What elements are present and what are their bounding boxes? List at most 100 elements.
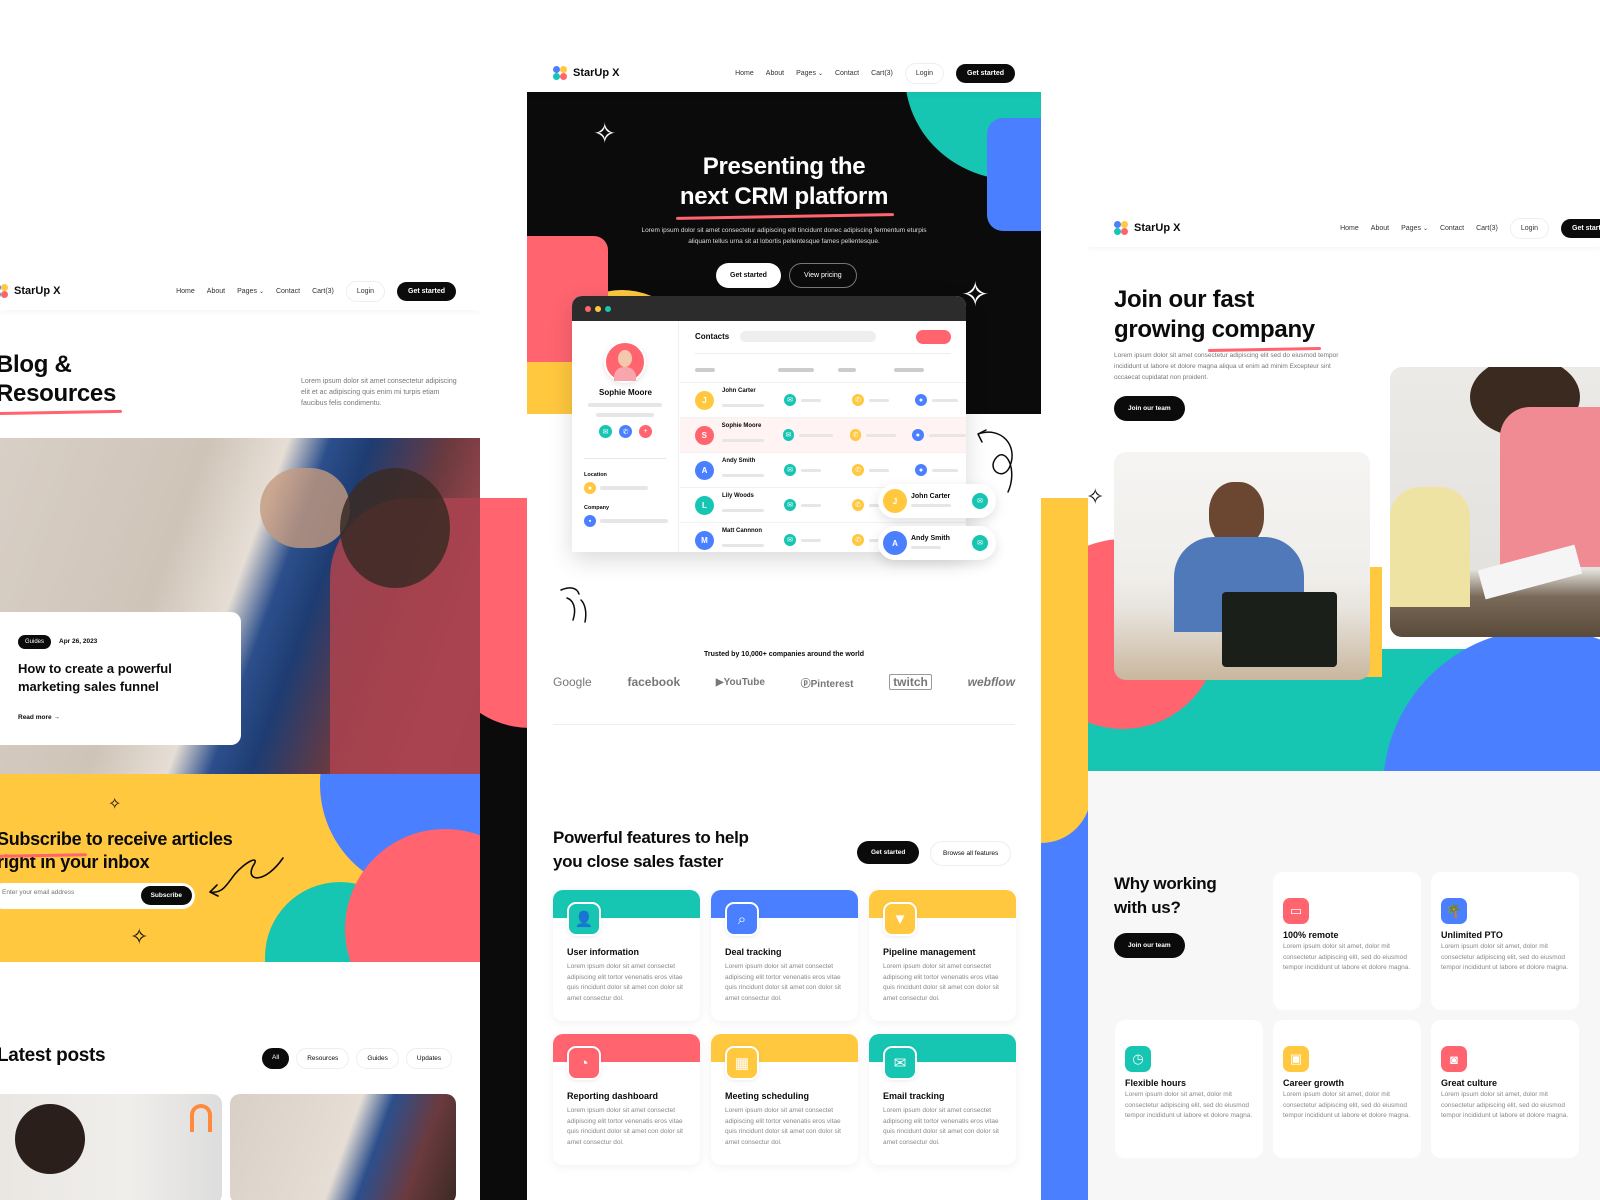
trusted-logos: Google facebook ▶YouTube ⓟPinterest twit… bbox=[553, 674, 1015, 690]
phone-icon[interactable]: ✆ bbox=[852, 534, 864, 546]
photo-head-silhouette bbox=[340, 468, 450, 588]
careers-title-line1: Join our fast bbox=[1114, 286, 1255, 313]
contact-avatar: A bbox=[883, 531, 907, 555]
subscribe-section: ✧ ✧ Subscribe to receive articles right … bbox=[0, 774, 480, 962]
get-started-button[interactable]: Get started bbox=[1561, 218, 1600, 238]
feature-card[interactable]: 👤 User information Lorem ipsum dolor sit a… bbox=[553, 890, 700, 1021]
mail-icon[interactable]: ✉ bbox=[782, 429, 795, 441]
filter-all[interactable]: All bbox=[262, 1048, 290, 1069]
skeleton-line bbox=[801, 538, 821, 542]
logo-twitch: twitch bbox=[889, 674, 932, 690]
feature-card[interactable]: ✉ Email tracking Lorem ipsum dolor sit ame… bbox=[869, 1034, 1016, 1165]
login-button[interactable]: Login bbox=[1509, 217, 1550, 239]
mail-icon[interactable]: ✉ bbox=[972, 535, 988, 551]
hero-view-pricing-button[interactable]: View pricing bbox=[789, 263, 857, 288]
nav-pages[interactable]: Pages ⌄ bbox=[796, 70, 823, 77]
location-pin-icon[interactable]: ● bbox=[911, 429, 924, 441]
post-thumbnail-1[interactable] bbox=[0, 1094, 222, 1200]
contacts-search-bar[interactable] bbox=[740, 331, 876, 342]
nav-pages[interactable]: Pages ⌄ bbox=[237, 288, 264, 295]
skeleton-line bbox=[588, 403, 662, 407]
floating-contact-card[interactable]: A Andy Smith ✉ bbox=[878, 526, 996, 560]
nav-home[interactable]: Home bbox=[735, 70, 754, 77]
nav-pages[interactable]: Pages ⌄ bbox=[1401, 225, 1428, 232]
feature-card[interactable]: ▼ Pipeline management Lorem ipsum dolor si… bbox=[869, 890, 1016, 1021]
phone-icon[interactable]: ✆ bbox=[619, 425, 632, 438]
benefit-title: Flexible hours bbox=[1125, 1078, 1187, 1088]
phone-icon[interactable]: ✆ bbox=[852, 464, 864, 476]
filter-guides[interactable]: Guides bbox=[356, 1048, 399, 1069]
subscribe-button[interactable]: Subscribe bbox=[140, 886, 192, 905]
nav-cart[interactable]: Cart(3) bbox=[312, 288, 334, 295]
mail-icon[interactable]: ✉ bbox=[784, 499, 796, 511]
nav-home[interactable]: Home bbox=[176, 288, 195, 295]
featured-post-card[interactable]: Guides Apr 26, 2023 How to create a powe… bbox=[0, 612, 241, 745]
read-more-link[interactable]: Read more → bbox=[18, 714, 60, 721]
pinterest-icon: ⓟ bbox=[800, 678, 811, 690]
browse-features-button[interactable]: Browse all features bbox=[930, 841, 1012, 866]
skeleton-line bbox=[869, 468, 889, 472]
title-line-2: Resources bbox=[0, 379, 116, 408]
brand-logo[interactable]: StarUp X bbox=[1114, 221, 1180, 235]
filter-updates[interactable]: Updates bbox=[405, 1048, 453, 1069]
skeleton-line bbox=[869, 398, 889, 402]
mail-icon[interactable]: ✉ bbox=[784, 464, 796, 476]
nav-about[interactable]: About bbox=[207, 288, 225, 295]
profile-name: Sophie Moore bbox=[599, 388, 652, 397]
nav-contact[interactable]: Contact bbox=[1440, 225, 1464, 232]
phone-icon[interactable]: ✆ bbox=[852, 499, 864, 511]
mail-icon[interactable]: ✉ bbox=[599, 425, 612, 438]
mail-icon[interactable]: ✉ bbox=[784, 534, 796, 546]
contact-row[interactable]: S Sophie Moore ✉ ✆ ● bbox=[680, 417, 966, 452]
blog-page-title: Blog & Resources bbox=[0, 350, 116, 408]
nav-home[interactable]: Home bbox=[1340, 225, 1359, 232]
contact-name: Andy Smith bbox=[722, 458, 756, 464]
add-icon[interactable]: + bbox=[639, 425, 652, 438]
nav-pages-label: Pages bbox=[237, 287, 257, 295]
post-thumbnail-2[interactable] bbox=[230, 1094, 456, 1200]
photo-rainbow-decor bbox=[190, 1104, 212, 1132]
phone-icon[interactable]: ✆ bbox=[849, 429, 862, 441]
contact-row[interactable]: A Andy Smith ✉ ✆ ● bbox=[680, 452, 966, 487]
brand-logo[interactable]: StarUp X bbox=[0, 284, 60, 298]
location-pin-icon[interactable]: ● bbox=[915, 464, 927, 476]
features-get-started-button[interactable]: Get started bbox=[857, 841, 920, 864]
scribble-decor-icon bbox=[560, 587, 587, 623]
nav-cart[interactable]: Cart(3) bbox=[1476, 225, 1498, 232]
read-more-label: Read more bbox=[18, 714, 52, 721]
get-started-button[interactable]: Get started bbox=[956, 63, 1015, 83]
filter-resources[interactable]: Resources bbox=[296, 1048, 350, 1069]
feature-card[interactable]: ▦ Meeting scheduling Lorem ipsum dolor sit… bbox=[711, 1034, 858, 1165]
subscribe-highlight: Subscribe bbox=[0, 828, 82, 851]
nav-about[interactable]: About bbox=[1371, 225, 1389, 232]
post-tag-badge[interactable]: Guides bbox=[18, 635, 52, 649]
nav-about[interactable]: About bbox=[766, 70, 784, 77]
why-join-team-button[interactable]: Join our team bbox=[1114, 933, 1185, 958]
feature-card[interactable]: ⌕ Deal tracking Lorem ipsum dolor sit amet… bbox=[711, 890, 858, 1021]
skeleton-line bbox=[596, 413, 654, 417]
email-input[interactable] bbox=[2, 889, 122, 896]
careers-title: Join our fast growing company bbox=[1114, 285, 1315, 345]
skeleton-line bbox=[932, 398, 958, 402]
feature-title: Reporting dashboard bbox=[567, 1091, 659, 1101]
get-started-button[interactable]: Get started bbox=[397, 281, 456, 301]
nav-cart[interactable]: Cart(3) bbox=[871, 70, 893, 77]
nav-contact[interactable]: Contact bbox=[835, 70, 859, 77]
mail-icon[interactable]: ✉ bbox=[784, 394, 796, 406]
skeleton-line bbox=[600, 519, 668, 523]
brand-logo[interactable]: StarUp X bbox=[553, 66, 619, 80]
feature-card[interactable]: ◔ Reporting dashboard Lorem ipsum dolor si… bbox=[553, 1034, 700, 1165]
login-button[interactable]: Login bbox=[345, 280, 386, 302]
nav-contact[interactable]: Contact bbox=[276, 288, 300, 295]
phone-icon[interactable]: ✆ bbox=[852, 394, 864, 406]
login-button[interactable]: Login bbox=[904, 62, 945, 84]
add-contact-button[interactable] bbox=[916, 330, 951, 344]
window-titlebar bbox=[572, 296, 966, 321]
join-team-button[interactable]: Join our team bbox=[1114, 396, 1185, 421]
hero-get-started-button[interactable]: Get started bbox=[716, 263, 781, 288]
location-pin-icon[interactable]: ● bbox=[915, 394, 927, 406]
contact-row[interactable]: J John Carter ✉ ✆ ● bbox=[680, 382, 966, 417]
post-title[interactable]: How to create a powerful marketing sales… bbox=[18, 660, 218, 696]
post-filters: All Resources Guides Updates bbox=[262, 1048, 453, 1069]
contact-name: Lily Woods bbox=[722, 493, 754, 499]
